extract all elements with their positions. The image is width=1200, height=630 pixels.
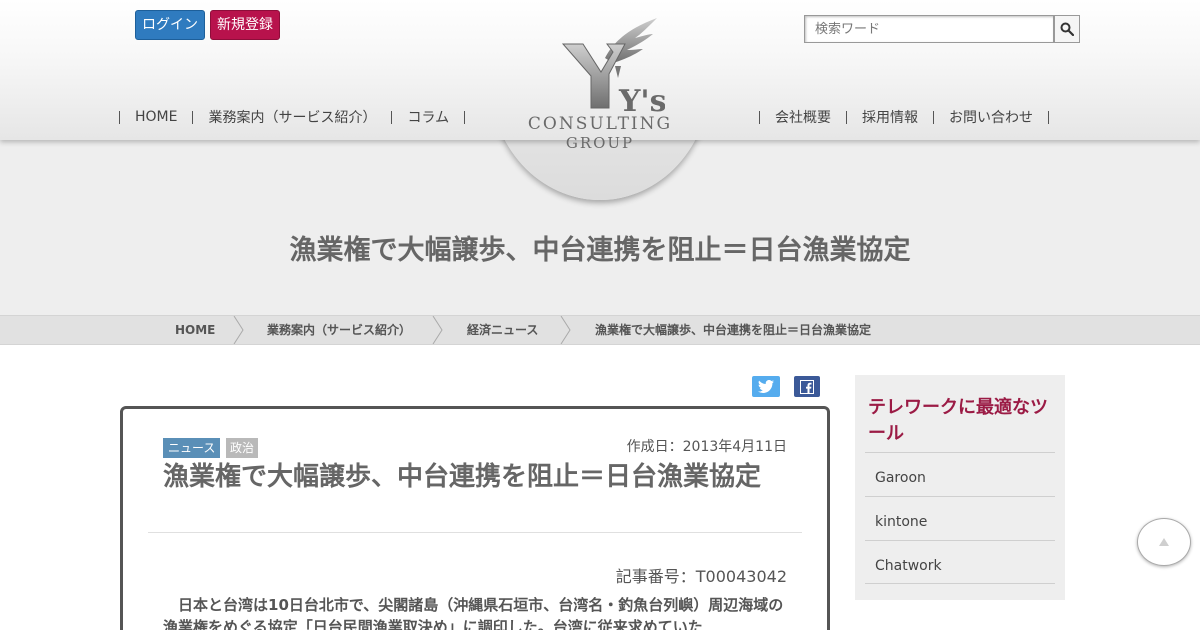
nav-item-company[interactable]: 会社概要 <box>760 107 846 127</box>
tag-news[interactable]: ニュース <box>163 438 221 458</box>
login-button[interactable]: ログイン <box>135 10 205 40</box>
main-nav-right: 会社概要 採用情報 お問い合わせ <box>759 107 1049 127</box>
article-body: 日本と台湾は10日台北市で、尖閣諸島（沖縄県石垣市、台湾名・釣魚台列嶼）周辺海域… <box>163 596 784 630</box>
article-divider <box>148 532 802 533</box>
chevron-right-icon <box>560 316 571 344</box>
article-created-date: 作成日：2013年4月11日 <box>626 439 787 455</box>
sidebar-widget: テレワークに最適なツール Garoon kintone Chatwork <box>855 375 1065 600</box>
sidebar-item-kintone[interactable]: kintone <box>865 496 1055 540</box>
search-form <box>804 15 1080 43</box>
nav-item-recruit[interactable]: 採用情報 <box>847 107 933 127</box>
arrow-up-icon <box>1159 538 1169 546</box>
tag-politics[interactable]: 政治 <box>226 438 259 458</box>
twitter-icon <box>758 380 774 393</box>
breadcrumb-current: 漁業権で大幅譲歩、中台連携を阻止＝日台漁業協定 <box>595 323 872 337</box>
nav-item-services[interactable]: 業務案内（サービス紹介） <box>193 107 391 127</box>
search-icon <box>1060 22 1074 36</box>
twitter-share-button[interactable] <box>752 376 780 397</box>
search-input[interactable] <box>804 15 1054 43</box>
sidebar-item-chatwork[interactable]: Chatwork <box>865 540 1055 584</box>
sidebar-list: Garoon kintone Chatwork <box>865 452 1055 584</box>
chevron-right-icon <box>432 316 443 344</box>
breadcrumb-services[interactable]: 業務案内（サービス紹介） <box>267 316 411 344</box>
site-logo[interactable]: Y's CONSULTING GROUP <box>520 8 680 168</box>
chevron-right-icon <box>233 316 244 344</box>
breadcrumb: HOME 業務案内（サービス紹介） 経済ニュース 漁業権で大幅譲歩、中台連携を阻… <box>0 315 1200 345</box>
facebook-icon <box>800 379 814 394</box>
main-nav-left: HOME 業務案内（サービス紹介） コラム <box>119 107 466 127</box>
breadcrumb-home[interactable]: HOME <box>175 316 215 344</box>
back-to-top-button[interactable] <box>1137 518 1191 566</box>
breadcrumb-economic-news[interactable]: 経済ニュース <box>467 316 538 344</box>
page-title: 漁業権で大幅譲歩、中台連携を阻止＝日台漁業協定 <box>289 235 911 266</box>
register-button[interactable]: 新規登録 <box>210 10 280 40</box>
nav-item-home[interactable]: HOME <box>120 109 192 125</box>
nav-item-contact[interactable]: お問い合わせ <box>934 107 1048 127</box>
logo-text-consulting: CONSULTING <box>527 114 673 134</box>
sidebar-title: テレワークに最適なツール <box>868 397 1048 444</box>
search-button[interactable] <box>1054 15 1080 43</box>
logo-text-group: GROUP <box>565 134 635 152</box>
sidebar-item-garoon[interactable]: Garoon <box>865 452 1055 496</box>
article-title: 漁業権で大幅譲歩、中台連携を阻止＝日台漁業協定 <box>163 462 762 492</box>
nav-divider <box>464 110 466 124</box>
facebook-share-button[interactable] <box>794 376 820 397</box>
article-number: 記事番号：T00043042 <box>615 567 787 586</box>
nav-divider <box>1048 110 1049 124</box>
nav-item-column[interactable]: コラム <box>392 107 464 127</box>
logo-wing-icon: Y's <box>561 18 665 119</box>
